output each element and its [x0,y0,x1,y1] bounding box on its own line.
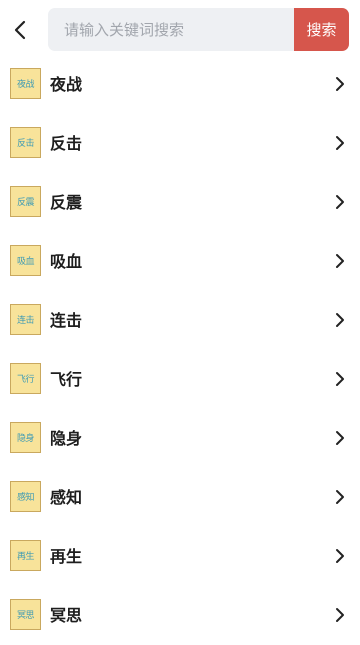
skill-icon: 感知 [10,481,41,512]
list-item-skill-7[interactable]: 隐身 隐身 [0,409,360,468]
chevron-right-icon [336,608,344,622]
skill-name: 飞行 [50,370,83,389]
skill-icon: 吸血 [10,245,41,276]
list-item-skill-2[interactable]: 反击 反击 [0,114,360,173]
skill-list: 夜战 夜战 反击 反击 反震 反震 吸血 吸血 连击 连击 飞行 飞行 隐身 隐… [0,55,360,645]
back-button[interactable] [6,12,34,48]
top-bar: 搜索 [0,0,360,60]
skill-icon: 夜战 [10,68,41,99]
skill-name: 隐身 [50,429,83,448]
list-item-skill-1[interactable]: 夜战 夜战 [0,55,360,114]
skill-name: 反击 [50,134,83,153]
search-input[interactable] [48,8,293,51]
list-item-skill-5[interactable]: 连击 连击 [0,291,360,350]
skill-icon: 隐身 [10,422,41,453]
search-button[interactable]: 搜索 [294,8,349,51]
skill-icon: 反击 [10,127,41,158]
skill-icon: 冥思 [10,599,41,630]
list-item-skill-4[interactable]: 吸血 吸血 [0,232,360,291]
skill-name: 吸血 [50,252,83,271]
search-box: 搜索 [48,8,349,51]
skill-icon: 飞行 [10,363,41,394]
chevron-right-icon [336,549,344,563]
skill-name: 冥思 [50,606,83,625]
skill-name: 感知 [50,488,83,507]
list-item-skill-3[interactable]: 反震 反震 [0,173,360,232]
chevron-left-icon [14,20,26,40]
list-item-skill-8[interactable]: 感知 感知 [0,468,360,527]
skill-name: 再生 [50,547,83,566]
list-item-skill-10[interactable]: 冥思 冥思 [0,586,360,645]
chevron-right-icon [336,372,344,386]
skill-icon: 连击 [10,304,41,335]
chevron-right-icon [336,195,344,209]
skill-name: 反震 [50,193,83,212]
skill-icon: 再生 [10,540,41,571]
list-item-skill-6[interactable]: 飞行 飞行 [0,350,360,409]
chevron-right-icon [336,313,344,327]
skill-icon: 反震 [10,186,41,217]
chevron-right-icon [336,254,344,268]
skill-name: 连击 [50,311,83,330]
chevron-right-icon [336,431,344,445]
chevron-right-icon [336,77,344,91]
chevron-right-icon [336,136,344,150]
list-item-skill-9[interactable]: 再生 再生 [0,527,360,586]
chevron-right-icon [336,490,344,504]
skill-name: 夜战 [50,75,83,94]
